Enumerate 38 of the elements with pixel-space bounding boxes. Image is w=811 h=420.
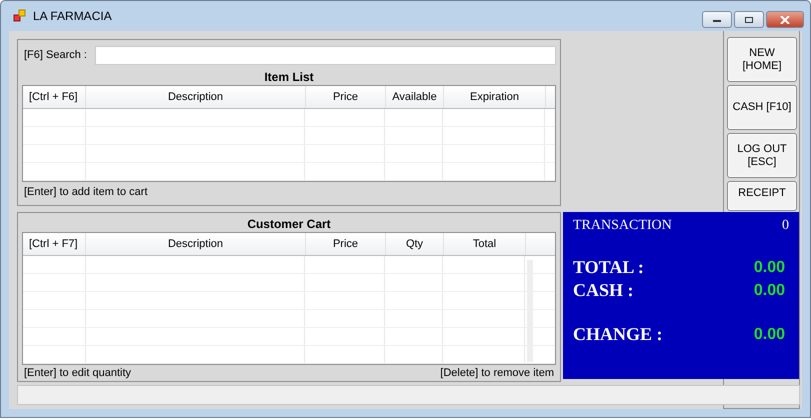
- column-header[interactable]: [Ctrl + F6]: [23, 86, 86, 108]
- minimize-button[interactable]: [702, 11, 732, 28]
- column-header[interactable]: [Ctrl + F7]: [23, 233, 86, 255]
- group-title: Customer Cart: [246, 217, 332, 232]
- column-header[interactable]: Available: [386, 86, 444, 108]
- total-label: TOTAL :: [573, 257, 644, 278]
- column-header[interactable]: Price: [306, 86, 386, 108]
- hint-text: [Enter] to add item to cart: [24, 186, 148, 198]
- action-button[interactable]: LOG OUT [ESC]: [727, 133, 797, 178]
- column-header[interactable]: Description: [86, 86, 306, 108]
- data-grid[interactable]: [Ctrl + F7] Description Price Qty Total: [22, 232, 556, 365]
- amount-value: 0.00: [754, 258, 785, 276]
- action-button[interactable]: RECEIPT: [727, 181, 797, 211]
- close-icon: [780, 16, 790, 24]
- hint-text: [Delete] to remove item: [440, 367, 554, 379]
- transaction-count: 0: [782, 218, 789, 235]
- maximize-button[interactable]: [734, 11, 764, 28]
- action-button[interactable]: CASH [F10]: [727, 85, 797, 130]
- transaction-label: TRANSACTION: [573, 218, 672, 235]
- total-label: CASH :: [573, 280, 634, 301]
- total-label: CHANGE :: [573, 324, 662, 345]
- column-header[interactable]: Total: [444, 233, 526, 255]
- column-header[interactable]: Expiration: [444, 86, 546, 108]
- window-title: LA FARMACIA: [33, 9, 113, 23]
- amount-value: 0.00: [754, 326, 785, 344]
- column-header[interactable]: Price: [306, 233, 386, 255]
- column-header[interactable]: Description: [86, 233, 306, 255]
- app-icon: [13, 9, 27, 23]
- maximize-icon: [744, 16, 754, 24]
- data-grid[interactable]: [Ctrl + F6] Description Price Available Expiration: [22, 85, 556, 182]
- search-field[interactable]: [94, 46, 556, 64]
- hint-text: [Enter] to edit quantity: [24, 367, 132, 379]
- close-button[interactable]: [766, 11, 804, 28]
- column-header[interactable]: Qty: [386, 233, 444, 255]
- amount-value: 0.00: [754, 282, 785, 300]
- action-button[interactable]: NEW [HOME]: [727, 37, 797, 82]
- group-title: Item List: [263, 70, 315, 85]
- search-label: [F6] Search :: [24, 49, 87, 61]
